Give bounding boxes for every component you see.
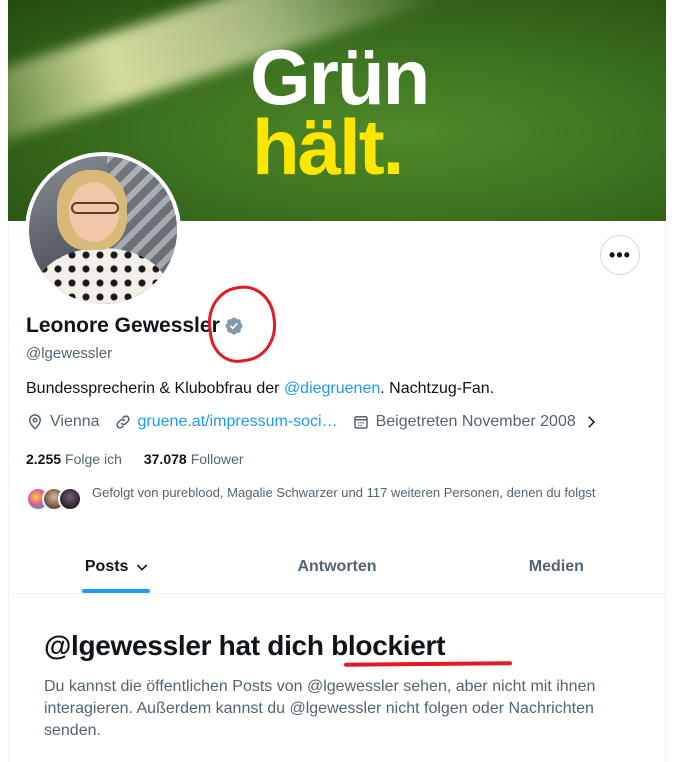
profile-bio: Bundessprecherin & Klubobfrau der @diegr…: [26, 380, 494, 398]
banner-text-line2: hält.: [252, 103, 404, 191]
bio-text-end: . Nachtzug-Fan.: [380, 380, 495, 397]
blocked-description: Du kannst die öffentlichen Posts von @lg…: [44, 678, 596, 739]
profile-meta-row: Vienna gruene.at/impressum-soci… Beigetr…: [26, 413, 620, 431]
joined-text: Beigetreten November 2008: [375, 413, 576, 430]
tab-media[interactable]: Medien: [447, 540, 666, 593]
website-link[interactable]: gruene.at/impressum-soci…: [138, 413, 338, 431]
followers-count: 37.078: [143, 451, 187, 467]
tab-replies-label: Antworten: [297, 557, 377, 575]
chevron-down-icon: [137, 563, 148, 571]
website-item[interactable]: gruene.at/impressum-soci…: [114, 413, 338, 431]
profile-avatar[interactable]: [25, 152, 181, 308]
chevron-right-icon[interactable]: [582, 413, 600, 431]
follow-stats: 2.255 Folge ich 37.078 Follower: [26, 451, 266, 467]
location-pin-icon: [28, 414, 42, 430]
calendar-icon: [353, 416, 368, 429]
avatar-glasses: [71, 202, 119, 214]
tab-media-label: Medien: [528, 557, 584, 575]
tab-posts[interactable]: Posts: [8, 540, 227, 593]
tab-replies[interactable]: Antworten: [227, 540, 446, 593]
followers-stat[interactable]: 37.078 Follower: [144, 451, 244, 467]
follower-avatars: [26, 487, 82, 513]
followed-by-text: Gefolgt von pureblood, Magalie Schwarzer…: [92, 485, 596, 500]
followed-by-row[interactable]: Gefolgt von pureblood, Magalie Schwarzer…: [26, 484, 652, 513]
following-count: 2.255: [26, 451, 62, 467]
blocked-title-prefix: @lgewessler hat dich: [44, 630, 332, 661]
follower-avatar: [58, 487, 82, 511]
following-stat[interactable]: 2.255 Folge ich: [26, 451, 122, 467]
joined-item[interactable]: Beigetreten November 2008: [352, 413, 606, 431]
profile-handle: @lgewessler: [26, 345, 113, 362]
display-name: Leonore Gewessler: [26, 314, 220, 337]
bio-text-start: Bundessprecherin & Klubobfrau der: [26, 380, 284, 397]
location-item: Vienna: [26, 413, 100, 431]
bio-mention-link[interactable]: @diegruenen: [284, 380, 380, 397]
location-text: Vienna: [50, 413, 100, 430]
following-label: Folge ich: [65, 451, 122, 467]
followers-label: Follower: [190, 451, 244, 467]
blocked-title-emphasis: blockiert: [331, 630, 446, 661]
link-icon: [115, 415, 130, 429]
active-tab-indicator: [82, 589, 150, 593]
blocked-title: @lgewessler hat dich blockiert: [44, 630, 445, 662]
tab-posts-label: Posts: [84, 557, 129, 575]
more-options-button[interactable]: •••: [600, 235, 640, 275]
profile-tabs: Posts Antworten Medien: [8, 540, 666, 594]
